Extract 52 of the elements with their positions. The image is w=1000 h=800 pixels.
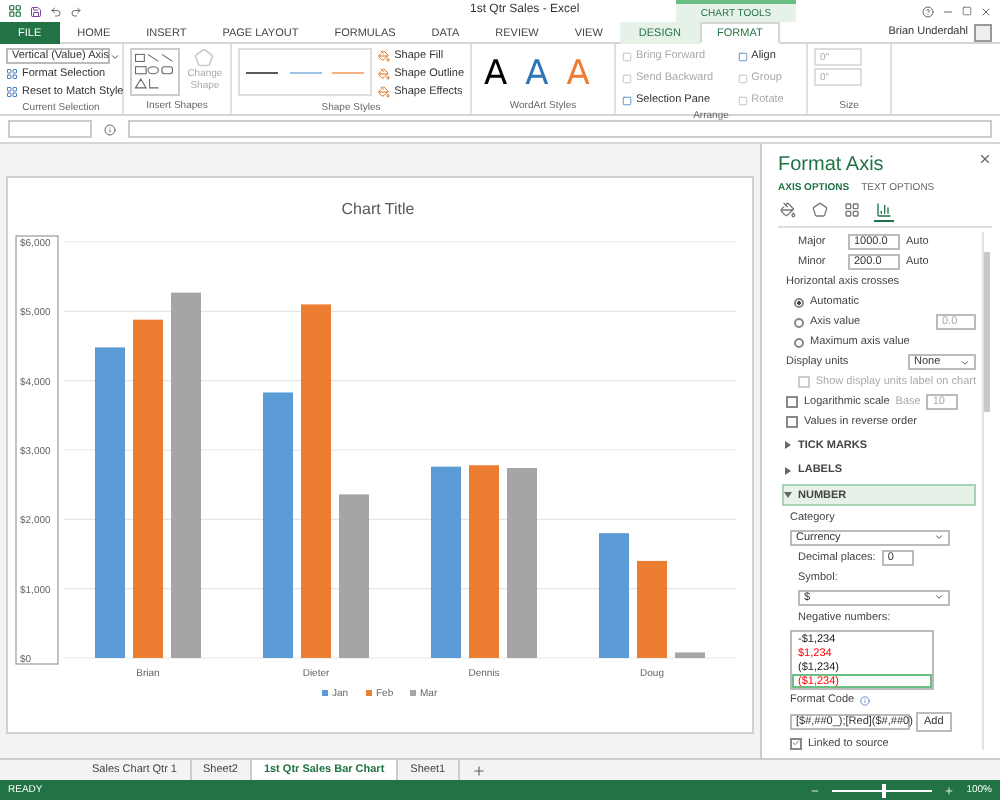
help-icon[interactable] (922, 5, 934, 17)
scrollbar[interactable] (982, 232, 990, 750)
caret-icon (784, 492, 792, 498)
wordart-sample[interactable]: A (478, 53, 514, 93)
square-icon (737, 51, 748, 61)
bar-chart-icon[interactable] (874, 200, 894, 222)
formula-field[interactable] (128, 120, 992, 138)
line-style-sample[interactable] (245, 71, 278, 73)
avatar-icon (974, 23, 992, 41)
caret-icon (785, 466, 791, 474)
legend-swatch (366, 690, 372, 696)
caret-icon (785, 441, 791, 449)
radio-button[interactable] (794, 337, 804, 348)
shapes-gallery[interactable] (130, 48, 180, 96)
square-icon (737, 95, 748, 105)
radio-button[interactable] (794, 297, 804, 308)
square-icon (622, 73, 632, 83)
wordart-sample[interactable]: A (519, 53, 555, 93)
maximize-icon[interactable] (962, 6, 972, 16)
bar (675, 652, 705, 658)
close-icon[interactable] (980, 5, 992, 17)
paint-bucket-icon (378, 68, 391, 80)
legend-swatch (322, 690, 328, 696)
legend-swatch (410, 690, 416, 696)
pentagon-icon[interactable] (810, 200, 830, 222)
info-icon (860, 695, 871, 706)
paint-bucket-icon (378, 86, 391, 98)
checkbox[interactable] (790, 737, 802, 750)
add-sheet-icon[interactable] (471, 763, 486, 777)
save-icon[interactable] (30, 5, 42, 17)
square-icon (737, 73, 748, 83)
minimize-icon[interactable] (942, 5, 954, 17)
zoom-in-icon[interactable] (944, 785, 955, 795)
zoom-out-icon[interactable] (810, 785, 821, 795)
grid-icon[interactable] (842, 200, 862, 222)
bar (599, 533, 629, 658)
redo-icon[interactable] (70, 5, 82, 17)
paint-bucket-icon (378, 50, 391, 62)
checkbox[interactable] (786, 416, 798, 429)
paint-bucket-icon[interactable] (778, 200, 798, 222)
square-icon (622, 95, 632, 105)
grid-icon (6, 86, 18, 98)
radio-button[interactable] (794, 317, 804, 328)
square-icon (622, 51, 632, 61)
close-icon[interactable] (978, 152, 992, 166)
undo-icon[interactable] (50, 5, 62, 17)
grid-icon (6, 68, 18, 80)
checkbox[interactable] (786, 396, 798, 409)
chart-title: Chart Title (341, 200, 415, 218)
pane-title: Format Axis (778, 154, 884, 176)
bar (637, 560, 667, 658)
slider-thumb[interactable] (882, 783, 887, 797)
